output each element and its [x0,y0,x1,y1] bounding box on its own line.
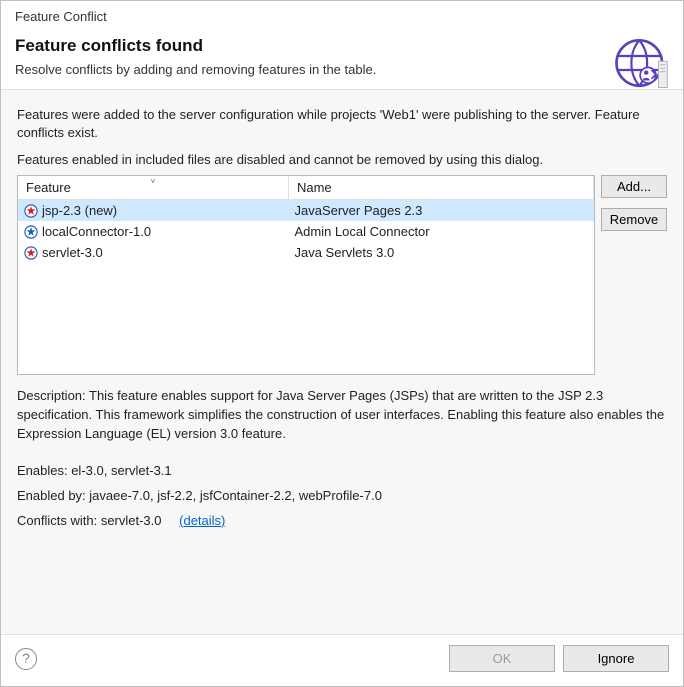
enabledby-text: javaee-7.0, jsf-2.2, jsfContainer-2.2, w… [89,488,382,503]
feature-cell: servlet-3.0 [42,245,103,260]
name-cell: JavaServer Pages 2.3 [288,200,593,222]
table-row[interactable]: jsp-2.3 (new) JavaServer Pages 2.3 [18,200,594,222]
enabledby-label: Enabled by: [17,488,89,503]
description-label: Description: [17,388,89,403]
page-title: Feature conflicts found [15,36,669,56]
column-header-name[interactable]: Name [288,176,593,200]
feature-icon [24,246,38,260]
name-cell: Java Servlets 3.0 [288,242,593,263]
dialog-header: Feature Conflict Feature conflicts found… [1,1,683,89]
dialog-footer: ? OK Ignore [1,635,683,686]
conflicts-text: servlet-3.0 [101,513,162,528]
globe-server-icon [613,35,669,91]
description-text: This feature enables support for Java Se… [17,388,664,441]
details-link[interactable]: (details) [179,513,225,528]
column-header-feature-label: Feature [26,180,71,195]
remove-button[interactable]: Remove [601,208,667,231]
add-button[interactable]: Add... [601,175,667,198]
feature-cell: jsp-2.3 (new) [42,203,117,218]
table-row[interactable]: localConnector-1.0 Admin Local Connector [18,221,594,242]
column-header-name-label: Name [297,180,332,195]
note-message: Features enabled in included files are d… [17,152,667,167]
feature-icon [24,225,38,239]
feature-icon [24,204,38,218]
description-block: Description: This feature enables suppor… [17,387,667,530]
sort-indicator-icon: ˅ [151,177,156,186]
ok-button[interactable]: OK [449,645,555,672]
window-title: Feature Conflict [15,9,669,24]
conflicts-label: Conflicts with: [17,513,101,528]
table-row[interactable]: servlet-3.0 Java Servlets 3.0 [18,242,594,263]
ignore-button[interactable]: Ignore [563,645,669,672]
dialog-body: Features were added to the server config… [1,89,683,635]
feature-cell: localConnector-1.0 [42,224,151,239]
enables-label: Enables: [17,463,71,478]
page-subtitle: Resolve conflicts by adding and removing… [15,62,669,77]
features-table[interactable]: Feature ˅ Name jsp-2.3 (new) JavaServer P… [17,175,595,375]
enables-text: el-3.0, servlet-3.1 [71,463,171,478]
feature-conflict-dialog: Feature Conflict Feature conflicts found… [0,0,684,687]
column-header-feature[interactable]: Feature ˅ [18,176,288,200]
help-icon[interactable]: ? [15,648,37,670]
name-cell: Admin Local Connector [288,221,593,242]
intro-message: Features were added to the server config… [17,106,667,142]
